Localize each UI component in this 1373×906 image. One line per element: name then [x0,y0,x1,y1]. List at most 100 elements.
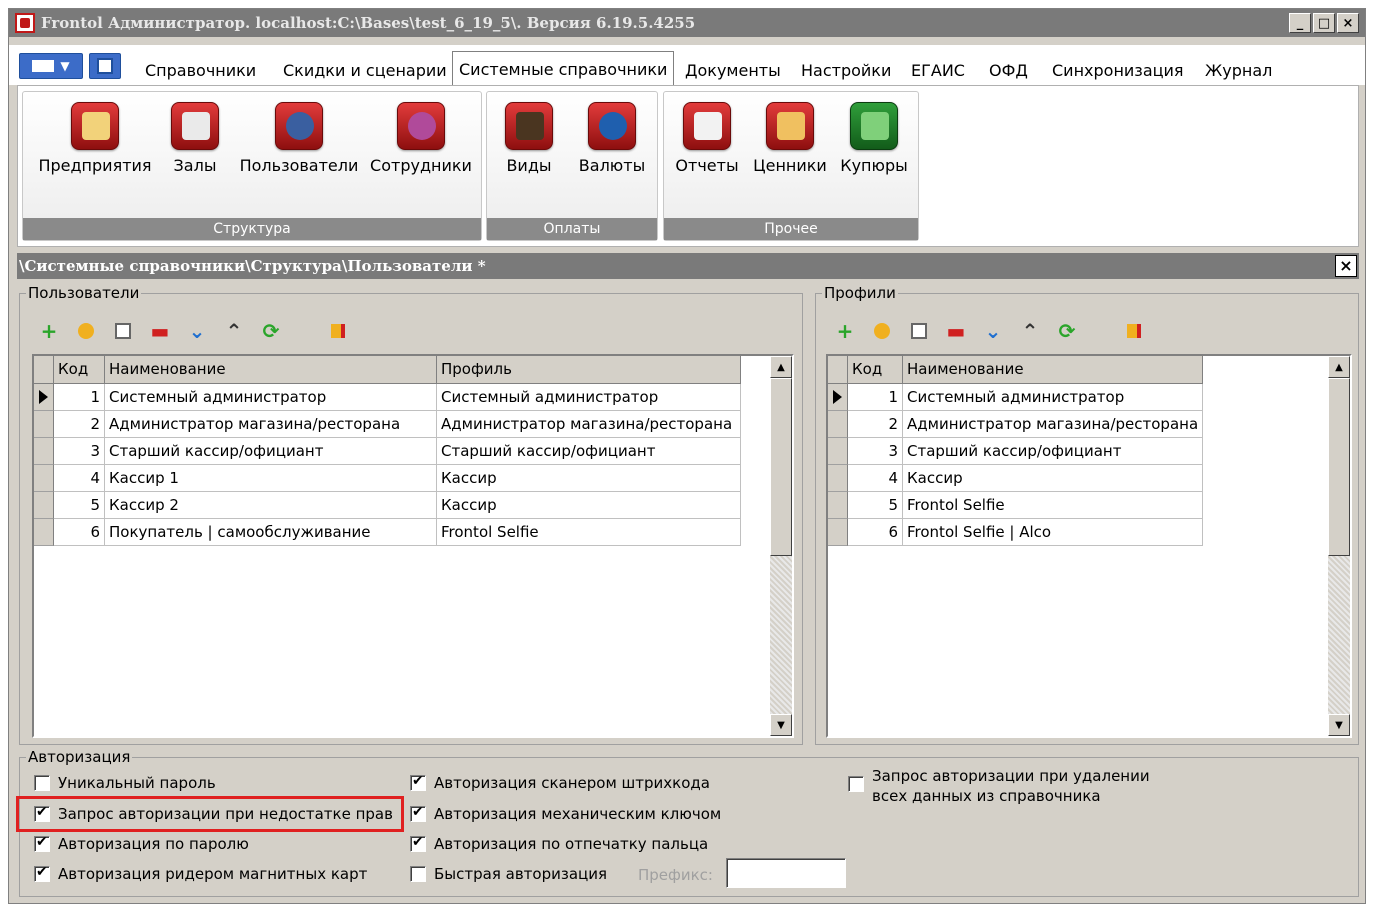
quick-auth-checkbox[interactable]: Быстрая авторизация [410,865,607,883]
cell-code: 4 [54,465,105,492]
column-header-profile[interactable]: Профиль [437,356,741,384]
auth-by-password-checkbox[interactable]: Авторизация по паролю [34,834,249,853]
row-indicator[interactable] [34,438,54,465]
save-button[interactable] [89,53,121,79]
ribbon-employees-button[interactable]: Сотрудники [367,102,475,175]
tab-egais[interactable]: ЕГАИС [905,55,971,85]
column-header-name[interactable]: Наименование [105,356,437,384]
scroll-up-icon[interactable]: ▲ [770,356,792,378]
checkbox-box[interactable] [410,866,426,882]
row-indicator[interactable] [34,411,54,438]
tab-sync[interactable]: Синхронизация [1046,55,1190,85]
tab-settings[interactable]: Настройки [795,55,897,85]
unique-password-checkbox[interactable]: Уникальный пароль [34,774,216,792]
checkbox-box[interactable] [410,773,426,791]
table-row[interactable]: 2 Администратор магазина/ресторана Админис… [34,411,741,438]
table-row[interactable]: 1 Системный администратор Системный админи… [34,384,741,411]
auth-by-barcode-checkbox[interactable]: Авторизация сканером штрихкода [410,773,710,792]
delete-icon[interactable]: ▬ [945,320,967,342]
tab-directories[interactable]: Справочники [139,55,262,85]
app-menu-button[interactable]: ▼ [19,53,83,79]
table-row[interactable]: 6 Покупатель | самообслуживание Frontol Se… [34,519,741,546]
scroll-down-icon[interactable]: ▼ [770,714,792,736]
app-icon [15,13,35,33]
table-row[interactable]: 5 Кассир 2 Кассир [34,492,741,519]
table-row[interactable]: 4 Кассир 1 Кассир [34,465,741,492]
checkbox-box[interactable] [34,775,50,791]
row-indicator[interactable] [828,438,848,465]
row-indicator[interactable] [828,465,848,492]
ribbon-reports-button[interactable]: Отчеты [672,102,742,175]
column-header-code[interactable]: Код [848,356,903,384]
auth-by-fingerprint-checkbox[interactable]: Авторизация по отпечатку пальца [410,834,708,853]
table-row[interactable]: 6 Frontol Selfie | Alco [828,519,1203,546]
edit-icon[interactable] [75,320,97,342]
ribbon-price-tags-button[interactable]: Ценники [750,102,830,175]
tab-system-directories[interactable]: Системные справочники [452,51,675,86]
ribbon-kinds-button[interactable]: Виды [499,102,559,175]
profiles-scrollbar[interactable]: ▲ ▼ [1328,356,1350,736]
row-indicator[interactable] [34,465,54,492]
request-auth-delete-checkbox[interactable]: Запрос авторизации при удалении всех дан… [848,766,1150,806]
column-header-name[interactable]: Наименование [903,356,1203,384]
floppy-icon [97,58,113,74]
request-auth-lack-rights-checkbox[interactable]: Запрос авторизации при недостатке прав [34,804,393,823]
chevron-down-icon[interactable]: ⌄ [982,320,1004,342]
auth-by-mag-reader-checkbox[interactable]: Авторизация ридером магнитных карт [34,864,367,883]
checkbox-box[interactable] [34,864,50,882]
table-row[interactable]: 5 Frontol Selfie [828,492,1203,519]
chevron-up-icon[interactable]: ⌃ [223,320,245,342]
tab-ofd[interactable]: ОФД [983,55,1034,85]
refresh-icon[interactable]: ⟳ [260,320,282,342]
refresh-icon[interactable]: ⟳ [1056,320,1078,342]
table-row[interactable]: 3 Старший кассир/официант Старший кассир/о… [34,438,741,465]
ribbon-currencies-button[interactable]: Валюты [577,102,647,175]
users-scrollbar[interactable]: ▲ ▼ [770,356,792,736]
add-icon[interactable]: + [834,320,856,342]
table-row[interactable]: 4 Кассир [828,465,1203,492]
copy-icon[interactable] [112,320,134,342]
ribbon-banknotes-button[interactable]: Купюры [836,102,912,175]
checkbox-box[interactable] [410,834,426,852]
checkbox-box[interactable] [34,834,50,852]
row-indicator[interactable] [828,519,848,546]
row-indicator[interactable] [828,411,848,438]
scroll-thumb[interactable] [1328,378,1350,556]
current-row-indicator[interactable] [828,384,848,411]
scroll-up-icon[interactable]: ▲ [1328,356,1350,378]
ribbon-group-title: Прочее [664,218,918,240]
tab-discounts[interactable]: Скидки и сценарии [277,55,453,85]
ribbon-halls-button[interactable]: Залы [165,102,225,175]
chevron-down-icon[interactable]: ⌄ [186,320,208,342]
row-indicator[interactable] [34,519,54,546]
table-row[interactable]: 3 Старший кассир/официант [828,438,1203,465]
scroll-thumb[interactable] [770,378,792,556]
prefix-input[interactable] [726,858,846,888]
close-button[interactable]: × [1337,13,1359,33]
minimize-button[interactable]: _ [1289,13,1311,33]
copy-icon[interactable] [908,320,930,342]
tab-journal[interactable]: Журнал [1199,55,1278,85]
row-indicator[interactable] [828,492,848,519]
column-header-code[interactable]: Код [54,356,105,384]
edit-icon[interactable] [871,320,893,342]
checkbox-box[interactable] [848,776,864,792]
ribbon-users-button[interactable]: Пользователи [237,102,361,175]
tab-documents[interactable]: Документы [679,55,787,85]
maximize-button[interactable]: □ [1313,13,1335,33]
checkbox-box[interactable] [410,804,426,822]
chevron-up-icon[interactable]: ⌃ [1019,320,1041,342]
add-icon[interactable]: + [38,320,60,342]
scroll-down-icon[interactable]: ▼ [1328,714,1350,736]
checkbox-box[interactable] [34,804,50,822]
clear-icon[interactable] [1123,320,1145,342]
ribbon-enterprises-button[interactable]: Предприятия [35,102,155,175]
table-row[interactable]: 2 Администратор магазина/ресторана [828,411,1203,438]
delete-icon[interactable]: ▬ [149,320,171,342]
auth-by-mech-key-checkbox[interactable]: Авторизация механическим ключом [410,804,721,823]
clear-icon[interactable] [327,320,349,342]
document-close-button[interactable]: × [1335,255,1357,277]
table-row[interactable]: 1 Системный администратор [828,384,1203,411]
current-row-indicator[interactable] [34,384,54,411]
row-indicator[interactable] [34,492,54,519]
